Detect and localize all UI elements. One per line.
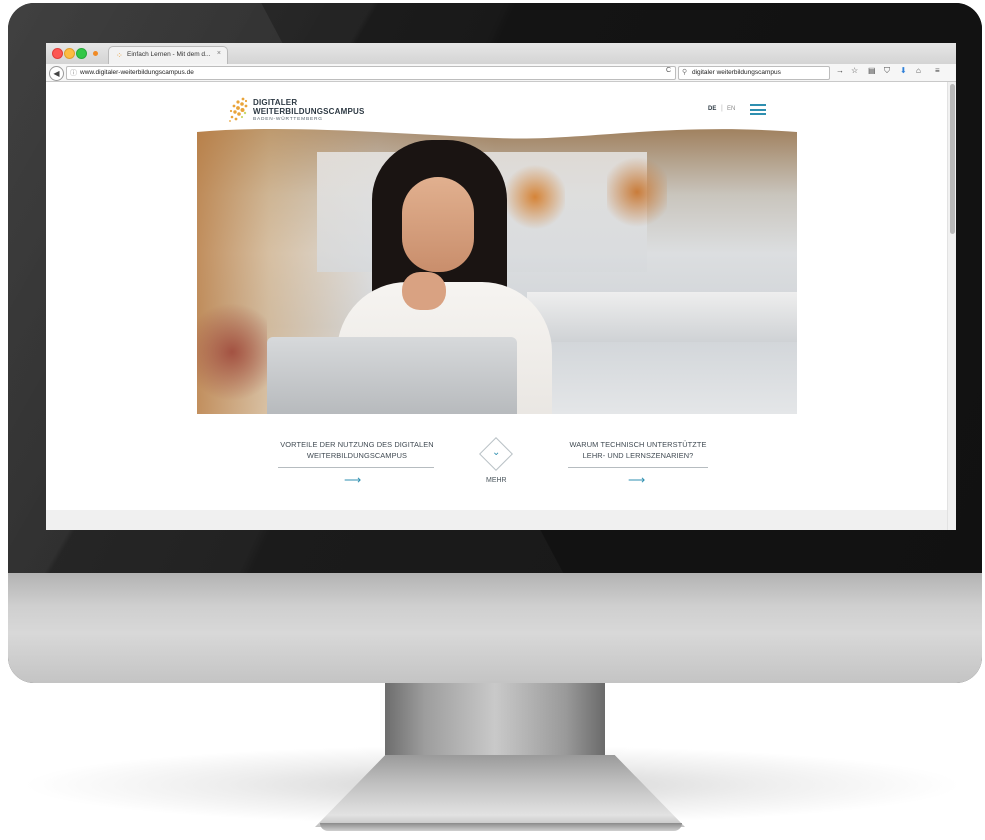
recording-dot-icon [93,51,98,56]
info-icon[interactable]: ⓘ [70,68,77,78]
reload-icon[interactable]: C [666,67,671,74]
scrollbar[interactable] [947,82,956,530]
logo-text-line1: DIGITALER [253,98,298,107]
benefits-link[interactable]: VORTEILE DER NUTZUNG DES DIGITALEN WEITE… [278,439,436,461]
navigation-bar: ◀ ⓘ www.digitaler-weiterbildungscampus.d… [46,64,956,82]
tab-bar: ⁘ Einfach Lernen - Mit dem d... × [46,43,956,65]
language-de-link[interactable]: DE [708,106,716,112]
language-en-link[interactable]: EN [727,106,735,112]
benefits-arrow-icon[interactable]: ⟶ [344,473,361,487]
go-arrow-icon[interactable]: → [836,66,844,75]
more-label[interactable]: MEHR [486,477,507,484]
chevron-down-icon[interactable]: ⌄ [492,447,500,458]
why-technology-arrow-icon[interactable]: ⟶ [628,473,645,487]
hero-wave-shape [197,122,797,139]
maximize-window-button[interactable] [76,48,87,59]
scrollbar-thumb[interactable] [950,84,955,234]
site-favicon-icon: ⁘ [116,51,123,60]
menu-icon[interactable]: ≡ [935,66,940,75]
search-query: digitaler weiterbildungscampus [692,69,781,76]
hamburger-menu-icon[interactable] [750,104,766,115]
close-window-button[interactable] [52,48,63,59]
address-bar[interactable]: ⓘ www.digitaler-weiterbildungscampus.de [66,66,676,80]
browser-window: ⁘ Einfach Lernen - Mit dem d... × ◀ ⓘ ww… [46,43,956,530]
web-page: DIGITALER WEITERBILDUNGSCAMPUS BADEN-WÜR… [46,82,947,530]
why-technology-divider [568,467,708,468]
search-input[interactable]: ⚲ digitaler weiterbildungscampus [678,66,830,80]
home-icon[interactable]: ⌂ [916,66,921,75]
minimize-window-button[interactable] [64,48,75,59]
reader-icon[interactable]: ▤ [868,66,876,75]
monitor-chin [8,573,982,683]
back-button[interactable]: ◀ [49,66,64,81]
bookmark-star-icon[interactable]: ☆ [851,66,858,75]
hero-image [197,122,797,414]
benefits-divider [278,467,434,468]
next-section-band [46,510,947,530]
download-icon[interactable]: ⬇ [900,66,907,75]
url-text: www.digitaler-weiterbildungscampus.de [80,69,194,76]
browser-tab[interactable]: ⁘ Einfach Lernen - Mit dem d... × [108,46,228,65]
monitor-stand-edge [320,823,682,831]
campus-logo-icon[interactable] [228,96,248,124]
why-technology-link[interactable]: WARUM TECHNISCH UNTERSTÜTZTE LEHR- UND L… [568,439,708,461]
language-separator: | [721,105,723,112]
search-icon: ⚲ [682,69,688,76]
logo-text-line2: WEITERBILDUNGSCAMPUS [253,107,365,116]
monitor-stand-neck [385,675,605,765]
pocket-icon[interactable]: ⛉ [884,66,890,76]
tab-close-icon[interactable]: × [217,50,221,57]
tab-title: Einfach Lernen - Mit dem d... [127,51,211,58]
